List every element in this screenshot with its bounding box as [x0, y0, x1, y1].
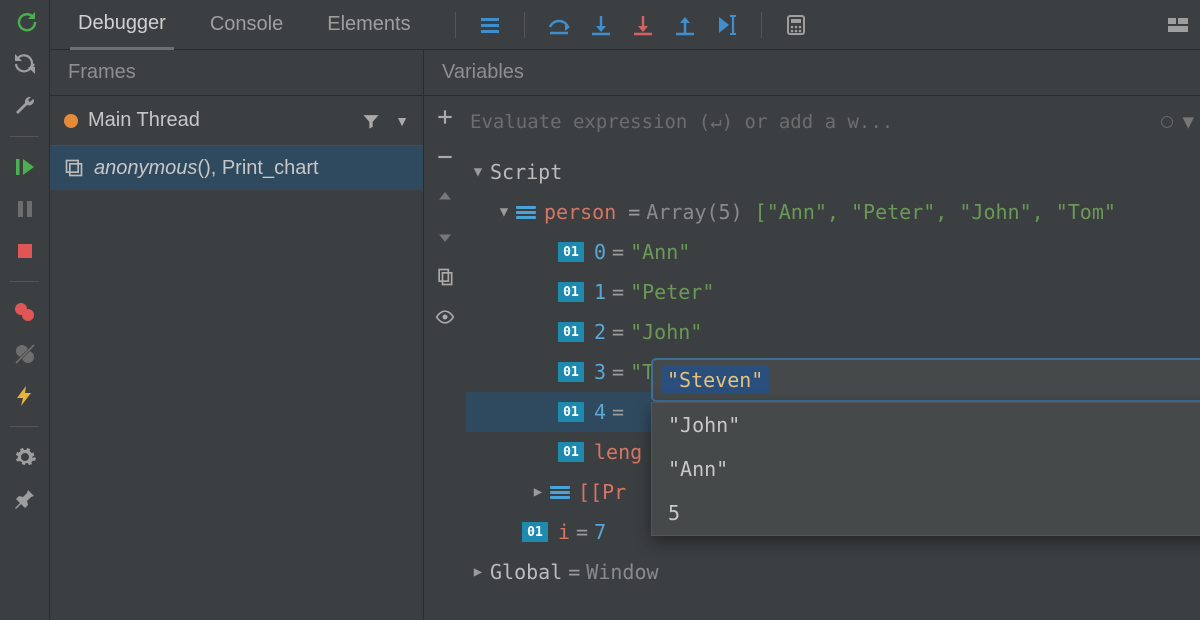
- array-icon: [550, 482, 570, 502]
- breakpoints-icon[interactable]: [13, 300, 37, 324]
- eye-icon[interactable]: [434, 306, 456, 328]
- tab-debugger[interactable]: Debugger: [70, 0, 174, 50]
- mute-breakpoints-icon[interactable]: [13, 342, 37, 366]
- step-into-icon[interactable]: [589, 13, 613, 37]
- pause-icon[interactable]: [13, 197, 37, 221]
- index-badge-icon: 01: [558, 442, 584, 462]
- move-down-icon[interactable]: [434, 226, 456, 248]
- tab-console[interactable]: Console: [202, 1, 291, 48]
- var-preview: ["Ann", "Peter", "John", "Tom": [755, 200, 1116, 224]
- frame-label: anonymous(), Print_chart: [94, 157, 319, 180]
- rerun-icon[interactable]: [13, 10, 37, 34]
- suggestion-popup: "John" "Ann" 5: [651, 402, 1200, 536]
- var-type: Array(5): [646, 200, 742, 224]
- scope-script[interactable]: Script: [466, 152, 1200, 192]
- array-item-0[interactable]: 01 0 = "Ann": [466, 232, 1200, 272]
- suggestion-item[interactable]: "John": [652, 403, 1200, 447]
- resume-icon[interactable]: [13, 155, 37, 179]
- stop-icon[interactable]: [13, 239, 37, 263]
- eval-dropdown-icon[interactable]: ▼: [1183, 111, 1194, 133]
- frames-header: Frames: [50, 50, 423, 96]
- step-over-icon[interactable]: [547, 13, 571, 37]
- evaluate-placeholder: Evaluate expression (↵) or add a w...: [470, 111, 1151, 133]
- frame-icon: [64, 158, 84, 178]
- debug-action-bar: [0, 0, 50, 620]
- index-badge-icon: 01: [558, 242, 584, 262]
- remove-watch-icon[interactable]: [434, 146, 456, 168]
- array-item-2[interactable]: 01 2 = "John": [466, 312, 1200, 352]
- index-badge-icon: 01: [558, 362, 584, 382]
- copy-icon[interactable]: [434, 266, 456, 288]
- index-badge-icon: 01: [522, 522, 548, 542]
- thread-status-dot: [64, 114, 78, 128]
- filter-icon[interactable]: [361, 111, 381, 131]
- thread-name: Main Thread: [88, 109, 351, 132]
- run-to-cursor-icon[interactable]: [715, 13, 739, 37]
- value-editor[interactable]: "Steven" ▼: [651, 358, 1200, 402]
- variables-gutter: [424, 96, 466, 620]
- var-person[interactable]: person = Array(5) ["Ann", "Peter", "John…: [466, 192, 1200, 232]
- gear-icon[interactable]: [13, 445, 37, 469]
- step-out-icon[interactable]: [673, 13, 697, 37]
- index-badge-icon: 01: [558, 322, 584, 342]
- evaluate-expression-input[interactable]: Evaluate expression (↵) or add a w... ▼: [466, 102, 1194, 142]
- scope-global[interactable]: Global = Window: [466, 552, 1200, 592]
- suggestion-item[interactable]: "Ann": [652, 447, 1200, 491]
- wrench-icon[interactable]: [13, 94, 37, 118]
- stack-frame[interactable]: anonymous(), Print_chart: [50, 146, 423, 190]
- variables-panel: Variables Evaluate expression (↵) or add…: [424, 50, 1200, 620]
- suggestion-item[interactable]: 5: [652, 491, 1200, 535]
- pin-icon[interactable]: [13, 487, 37, 511]
- frames-panel: Frames Main Thread ▼ anonymous(), Print_…: [50, 50, 424, 620]
- layout-icon[interactable]: [1166, 13, 1190, 37]
- calculator-icon[interactable]: [784, 13, 808, 37]
- index-badge-icon: 01: [558, 282, 584, 302]
- array-item-1[interactable]: 01 1 = "Peter": [466, 272, 1200, 312]
- editor-value[interactable]: "Steven": [661, 366, 769, 394]
- refresh-icon[interactable]: [13, 52, 37, 76]
- tab-elements[interactable]: Elements: [319, 1, 418, 48]
- move-up-icon[interactable]: [434, 186, 456, 208]
- var-name: person: [544, 200, 616, 224]
- variables-tree: Evaluate expression (↵) or add a w... ▼ …: [466, 96, 1200, 620]
- thread-row[interactable]: Main Thread ▼: [50, 96, 423, 146]
- index-badge-icon: 01: [558, 402, 584, 422]
- debugger-tabs: Debugger Console Elements: [50, 0, 1200, 50]
- lightning-icon[interactable]: [13, 384, 37, 408]
- scope-label: Script: [490, 160, 562, 184]
- frames-list-icon[interactable]: [478, 13, 502, 37]
- array-icon: [516, 202, 536, 222]
- thread-dropdown-icon[interactable]: ▼: [395, 113, 409, 129]
- history-indicator-icon: [1161, 116, 1173, 128]
- force-step-into-icon[interactable]: [631, 13, 655, 37]
- add-watch-icon[interactable]: [434, 106, 456, 128]
- variables-header: Variables: [424, 50, 1200, 96]
